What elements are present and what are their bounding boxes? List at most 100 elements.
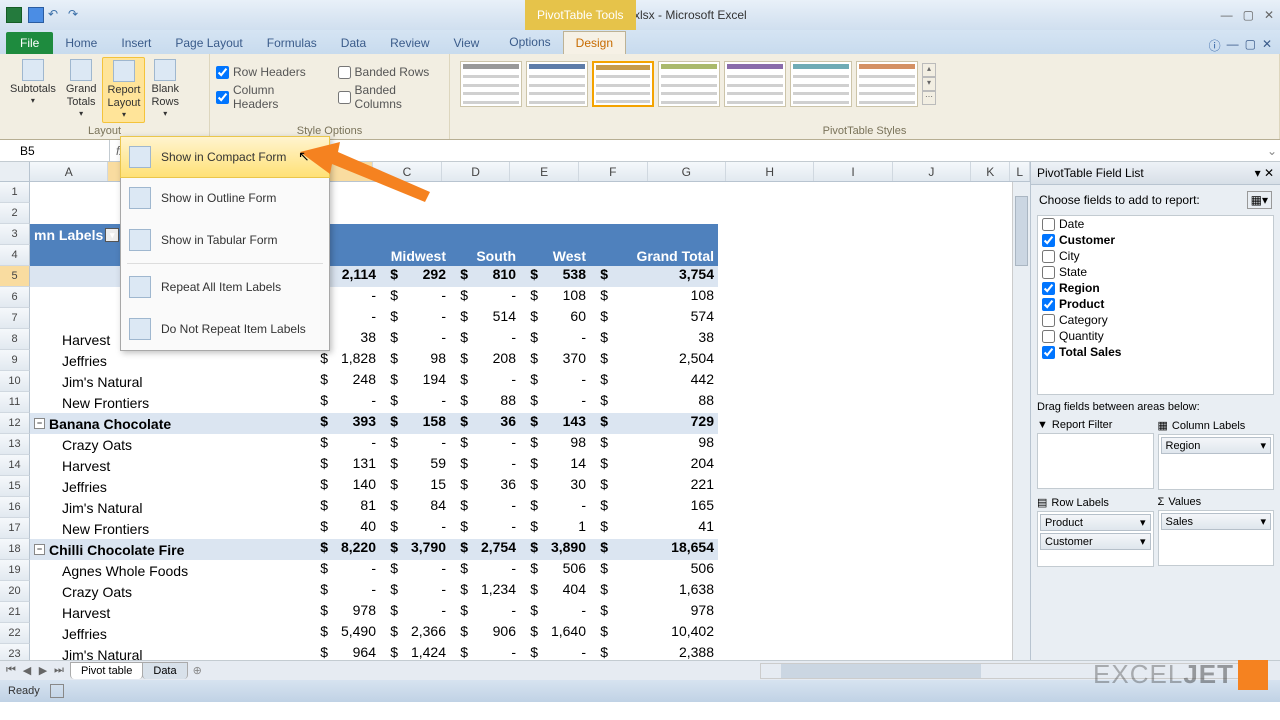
minimize-ribbon-icon[interactable]: —: [1227, 37, 1239, 54]
area-item-region[interactable]: Region▾: [1161, 437, 1272, 454]
row-labels-area[interactable]: Product▾ Customer▾: [1037, 511, 1154, 567]
row-header-14[interactable]: 14: [0, 455, 30, 476]
menu-tabular-form[interactable]: Show in Tabular Form: [121, 219, 329, 261]
tab-formulas[interactable]: Formulas: [255, 32, 329, 54]
area-item-dropdown-icon[interactable]: ▾: [1260, 515, 1266, 528]
tab-design[interactable]: Design: [563, 31, 626, 54]
field-checkbox-city[interactable]: [1042, 250, 1055, 263]
tab-page-layout[interactable]: Page Layout: [163, 32, 254, 54]
row-header-8[interactable]: 8: [0, 329, 30, 350]
menu-no-repeat-labels[interactable]: Do Not Repeat Item Labels: [121, 308, 329, 350]
row-header-4[interactable]: 4: [0, 245, 30, 266]
column-labels-dropdown-icon[interactable]: ▾: [105, 228, 119, 242]
styles-down-icon[interactable]: ▾: [922, 77, 936, 91]
row-header-9[interactable]: 9: [0, 350, 30, 371]
save-icon[interactable]: [28, 7, 44, 23]
tab-options[interactable]: Options: [497, 31, 562, 54]
col-header-G[interactable]: G: [648, 162, 726, 181]
name-box[interactable]: B5: [0, 140, 110, 161]
row-header-21[interactable]: 21: [0, 602, 30, 623]
col-header-J[interactable]: J: [893, 162, 971, 181]
col-header-D[interactable]: D: [442, 162, 511, 181]
area-item-dropdown-icon[interactable]: ▾: [1140, 535, 1146, 548]
report-layout-button[interactable]: Report Layout▾: [102, 57, 145, 123]
sheet-tab-pivot[interactable]: Pivot table: [70, 662, 143, 679]
field-checkbox-total-sales[interactable]: [1042, 346, 1055, 359]
field-checkbox-product[interactable]: [1042, 298, 1055, 311]
row-header-23[interactable]: 23: [0, 644, 30, 660]
row-header-1[interactable]: 1: [0, 182, 30, 203]
row-header-19[interactable]: 19: [0, 560, 30, 581]
area-item-dropdown-icon[interactable]: ▾: [1260, 439, 1266, 452]
row-header-20[interactable]: 20: [0, 581, 30, 602]
collapse-icon[interactable]: −: [34, 544, 45, 555]
values-area[interactable]: Sales▾: [1158, 510, 1275, 566]
undo-icon[interactable]: ↶: [48, 7, 64, 23]
row-header-16[interactable]: 16: [0, 497, 30, 518]
col-header-A[interactable]: A: [30, 162, 108, 181]
close-window-icon[interactable]: ✕: [1262, 37, 1272, 54]
report-filter-area[interactable]: [1037, 433, 1154, 489]
row-header-6[interactable]: 6: [0, 287, 30, 308]
close-icon[interactable]: ✕: [1264, 8, 1274, 22]
grand-totals-button[interactable]: Grand Totals▾: [62, 57, 101, 123]
minimize-icon[interactable]: —: [1221, 8, 1233, 22]
macro-record-icon[interactable]: [50, 684, 64, 698]
vertical-scrollbar[interactable]: [1012, 182, 1030, 660]
next-sheet-icon[interactable]: ▶: [36, 664, 50, 677]
row-header-10[interactable]: 10: [0, 371, 30, 392]
pivottable-styles-gallery[interactable]: ▴▾⋯: [456, 57, 1273, 111]
area-item-customer[interactable]: Customer▾: [1040, 533, 1151, 550]
row-header-7[interactable]: 7: [0, 308, 30, 329]
col-header-F[interactable]: F: [579, 162, 648, 181]
blank-rows-button[interactable]: Blank Rows▾: [147, 57, 183, 123]
new-sheet-icon[interactable]: ⊕: [187, 664, 208, 677]
tab-review[interactable]: Review: [378, 32, 441, 54]
row-header-3[interactable]: 3: [0, 224, 30, 245]
field-checkbox-quantity[interactable]: [1042, 330, 1055, 343]
file-tab[interactable]: File: [6, 32, 53, 54]
banded-columns-checkbox[interactable]: [338, 91, 351, 104]
row-header-11[interactable]: 11: [0, 392, 30, 413]
field-checkbox-state[interactable]: [1042, 266, 1055, 279]
row-header-13[interactable]: 13: [0, 434, 30, 455]
col-header-I[interactable]: I: [814, 162, 892, 181]
subtotals-button[interactable]: Subtotals▾: [6, 57, 60, 123]
styles-up-icon[interactable]: ▴: [922, 63, 936, 77]
restore-window-icon[interactable]: ▢: [1245, 37, 1256, 54]
area-item-product[interactable]: Product▾: [1040, 514, 1151, 531]
row-header-17[interactable]: 17: [0, 518, 30, 539]
prev-sheet-icon[interactable]: ◀: [20, 664, 34, 677]
banded-rows-checkbox[interactable]: [338, 66, 351, 79]
last-sheet-icon[interactable]: ⏭: [52, 664, 66, 677]
row-header-15[interactable]: 15: [0, 476, 30, 497]
field-checkbox-date[interactable]: [1042, 218, 1055, 231]
first-sheet-icon[interactable]: ⏮: [4, 664, 18, 677]
tab-home[interactable]: Home: [53, 32, 109, 54]
formula-expand-icon[interactable]: ⌄: [1264, 144, 1280, 158]
row-header-12[interactable]: 12: [0, 413, 30, 434]
field-list-dropdown-icon[interactable]: ▾: [1255, 166, 1261, 180]
collapse-icon[interactable]: −: [34, 418, 45, 429]
column-headers-checkbox[interactable]: [216, 91, 229, 104]
field-checkbox-customer[interactable]: [1042, 234, 1055, 247]
field-list-layout-icon[interactable]: ▦▾: [1247, 191, 1272, 209]
col-header-H[interactable]: H: [726, 162, 814, 181]
tab-view[interactable]: View: [442, 32, 492, 54]
field-checkbox-category[interactable]: [1042, 314, 1055, 327]
menu-repeat-labels[interactable]: Repeat All Item Labels: [121, 266, 329, 308]
menu-outline-form[interactable]: Show in Outline Form: [121, 177, 329, 219]
redo-icon[interactable]: ↷: [68, 7, 84, 23]
area-item-dropdown-icon[interactable]: ▾: [1140, 516, 1146, 529]
tab-data[interactable]: Data: [329, 32, 378, 54]
row-headers-checkbox[interactable]: [216, 66, 229, 79]
area-item-sales[interactable]: Sales▾: [1161, 513, 1272, 530]
styles-more-icon[interactable]: ⋯: [922, 91, 936, 105]
row-header-18[interactable]: 18: [0, 539, 30, 560]
col-header-E[interactable]: E: [510, 162, 579, 181]
row-header-2[interactable]: 2: [0, 203, 30, 224]
tab-insert[interactable]: Insert: [109, 32, 163, 54]
field-checkbox-region[interactable]: [1042, 282, 1055, 295]
field-list-close-icon[interactable]: ✕: [1264, 166, 1274, 180]
help-icon[interactable]: ⓘ: [1209, 37, 1221, 54]
